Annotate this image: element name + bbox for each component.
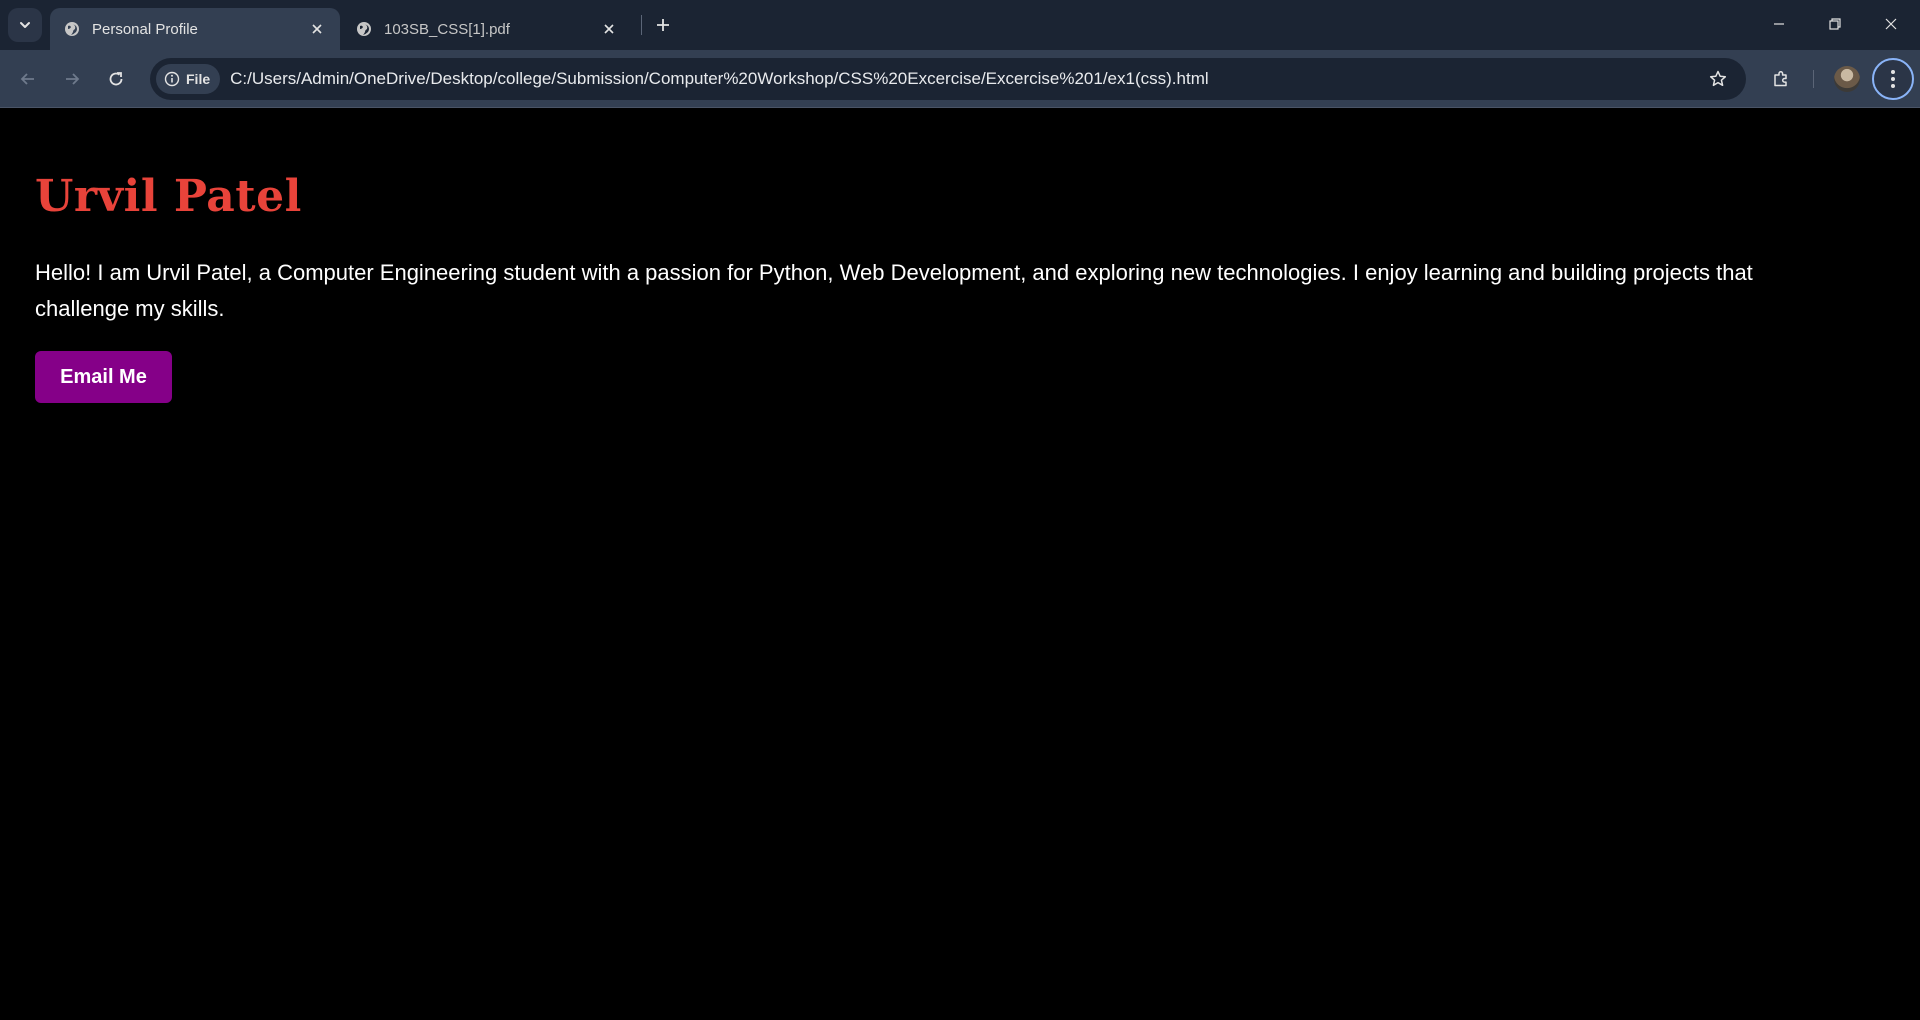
minimize-icon [1773, 23, 1784, 25]
tab-personal-profile[interactable]: Personal Profile [50, 8, 340, 50]
url-text[interactable]: C:/Users/Admin/OneDrive/Desktop/college/… [230, 69, 1700, 89]
close-window-button[interactable] [1862, 0, 1919, 48]
minimize-button[interactable] [1750, 0, 1807, 48]
chevron-down-icon [20, 22, 30, 28]
close-icon[interactable] [304, 16, 330, 42]
forward-button[interactable] [54, 61, 90, 97]
new-tab-button[interactable] [649, 11, 677, 39]
plus-icon [657, 19, 669, 31]
close-icon[interactable] [596, 16, 622, 42]
profile-name-heading: Urvil Patel [35, 171, 302, 222]
bookmark-star-button[interactable] [1700, 61, 1736, 97]
arrow-right-icon [66, 73, 80, 85]
close-icon [1885, 18, 1896, 30]
more-vertical-icon [1891, 70, 1895, 88]
info-icon [164, 71, 180, 87]
tab-title: 103SB_CSS[1].pdf [384, 20, 510, 38]
browser-toolbar: File C:/Users/Admin/OneDrive/Desktop/col… [0, 50, 1920, 108]
reload-button[interactable] [98, 61, 134, 97]
arrow-left-icon [20, 73, 34, 85]
profile-bio: Hello! I am Urvil Patel, a Computer Engi… [35, 260, 1753, 321]
globe-icon [62, 19, 82, 39]
reload-icon [109, 72, 123, 86]
puzzle-icon [1774, 70, 1787, 87]
extensions-button[interactable] [1763, 61, 1799, 97]
address-bar[interactable]: File C:/Users/Admin/OneDrive/Desktop/col… [150, 58, 1746, 100]
site-info-chip[interactable]: File [156, 64, 221, 94]
star-icon [1709, 70, 1727, 87]
tab-strip: Personal Profile 103SB_CSS[1].pdf [0, 0, 1920, 50]
tab-separator [641, 15, 642, 35]
globe-icon [354, 19, 374, 39]
page-content: Urvil Patel Hello! I am Urvil Patel, a C… [0, 109, 1920, 1020]
profile-avatar[interactable] [1834, 66, 1860, 92]
tab-title: Personal Profile [92, 20, 198, 38]
restore-icon [1828, 18, 1841, 30]
back-button[interactable] [10, 61, 46, 97]
restore-button[interactable] [1806, 0, 1863, 48]
toolbar-separator [1813, 70, 1814, 88]
tab-pdf[interactable]: 103SB_CSS[1].pdf [342, 8, 632, 50]
browser-menu-button[interactable] [1872, 58, 1914, 100]
chip-label: File [186, 71, 211, 87]
email-me-button[interactable]: Email Me [35, 351, 172, 403]
tab-search-button[interactable] [8, 8, 42, 42]
